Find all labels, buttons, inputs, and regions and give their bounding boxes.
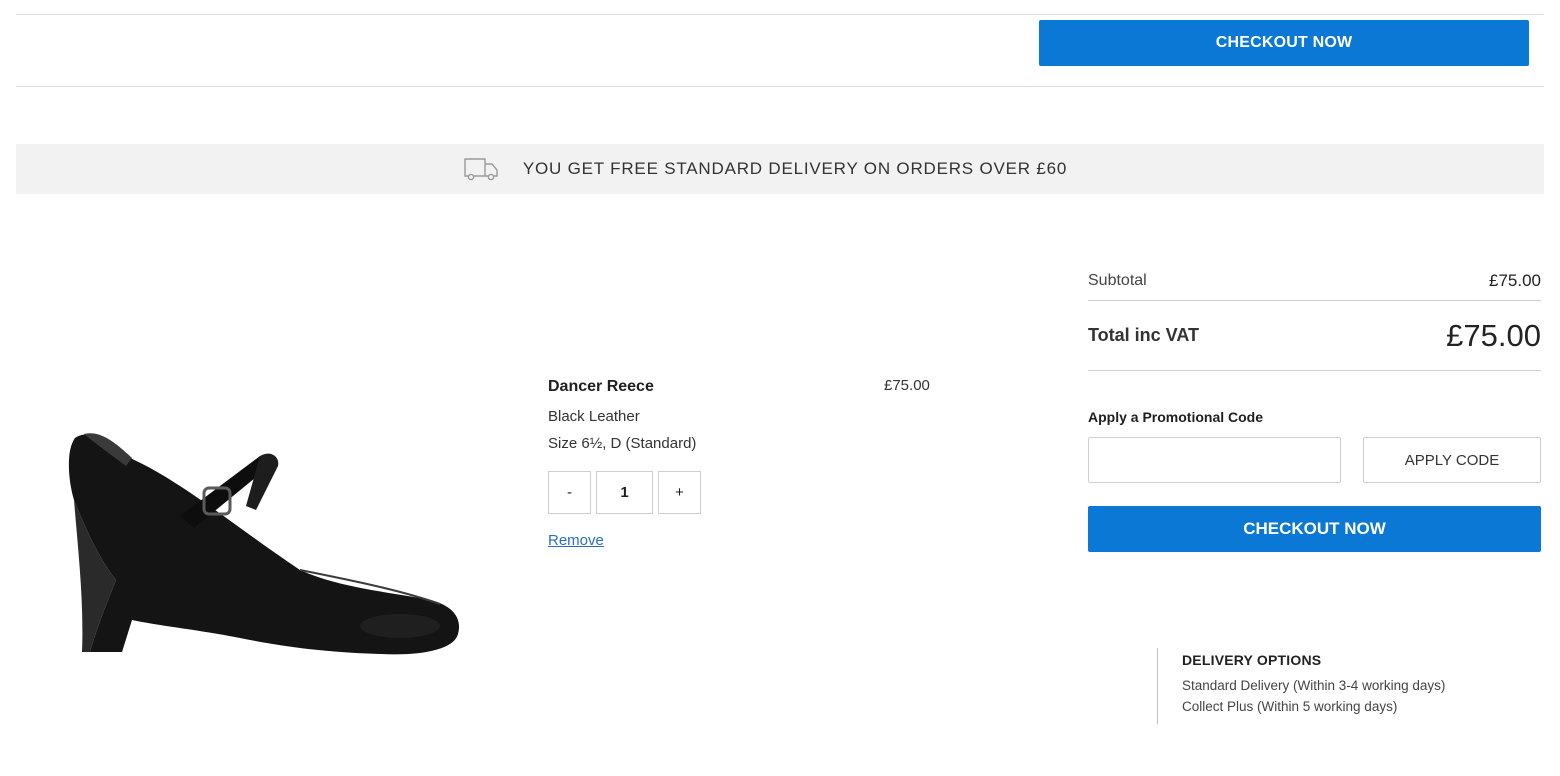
subtotal-value: £75.00 bbox=[1489, 271, 1541, 290]
checkout-now-button[interactable]: CHECKOUT NOW bbox=[1088, 506, 1541, 552]
delivery-options: DELIVERY OPTIONS Standard Delivery (With… bbox=[1157, 648, 1537, 724]
increase-quantity-button[interactable]: + bbox=[658, 471, 701, 514]
promo-code-row: APPLY CODE bbox=[1088, 437, 1541, 483]
delivery-option: Standard Delivery (Within 3-4 working da… bbox=[1182, 678, 1446, 693]
product-size: Size 6½, D (Standard) bbox=[548, 435, 697, 452]
promo-code-label: Apply a Promotional Code bbox=[1088, 409, 1264, 425]
header-divider bbox=[16, 86, 1544, 87]
free-delivery-banner: YOU GET FREE STANDARD DELIVERY ON ORDERS… bbox=[16, 144, 1544, 194]
product-image-shoe[interactable] bbox=[60, 420, 470, 670]
remove-item-link[interactable]: Remove bbox=[548, 532, 604, 549]
product-colour: Black Leather bbox=[548, 408, 640, 425]
quantity-value[interactable]: 1 bbox=[596, 471, 653, 514]
promo-code-input[interactable] bbox=[1088, 437, 1341, 483]
free-delivery-text: YOU GET FREE STANDARD DELIVERY ON ORDERS… bbox=[522, 159, 1068, 178]
order-summary: Subtotal £75.00 Total inc VAT £75.00 App… bbox=[1088, 262, 1541, 552]
total-label: Total inc VAT bbox=[1088, 325, 1199, 345]
product-price: £75.00 bbox=[884, 377, 930, 394]
delivery-option: Collect Plus (Within 5 working days) bbox=[1182, 699, 1398, 714]
summary-divider bbox=[1088, 370, 1541, 371]
decrease-quantity-button[interactable]: - bbox=[548, 471, 591, 514]
top-divider bbox=[16, 14, 1544, 15]
delivery-van-icon bbox=[464, 158, 498, 181]
apply-code-button[interactable]: APPLY CODE bbox=[1363, 437, 1541, 483]
quantity-stepper: - 1 + bbox=[548, 471, 948, 514]
subtotal-label: Subtotal bbox=[1088, 272, 1147, 289]
delivery-options-heading: DELIVERY OPTIONS bbox=[1182, 652, 1322, 668]
total-row: Total inc VAT £75.00 bbox=[1088, 301, 1541, 370]
subtotal-row: Subtotal £75.00 bbox=[1088, 262, 1541, 300]
cart-item-details: Dancer Reece £75.00 Black Leather Size 6… bbox=[548, 376, 948, 550]
total-value: £75.00 bbox=[1446, 317, 1541, 353]
checkout-now-button-top[interactable]: CHECKOUT NOW bbox=[1039, 20, 1529, 66]
